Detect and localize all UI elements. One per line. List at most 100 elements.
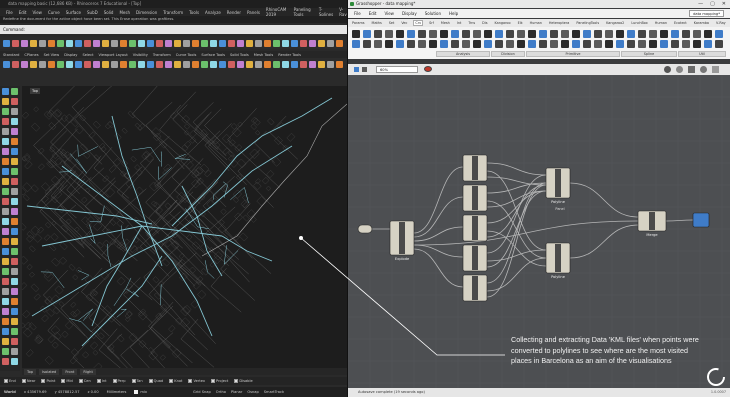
rhino-menu-file[interactable]: File	[6, 10, 13, 15]
gh-tab-lunchbox[interactable]: LunchBox	[630, 21, 648, 25]
tool-icon[interactable]	[219, 39, 226, 47]
rhino-menu-panels[interactable]: Panels	[247, 10, 260, 15]
tool-icon[interactable]	[48, 39, 55, 47]
gh-menu-help[interactable]: Help	[449, 11, 458, 16]
tool-icon[interactable]	[48, 60, 55, 68]
side-tool-icon[interactable]	[2, 208, 9, 215]
side-tool-icon[interactable]	[11, 218, 18, 225]
side-tool-icon[interactable]	[11, 288, 18, 295]
gh-component-icon[interactable]	[385, 40, 393, 48]
osnap-quad[interactable]: Quad	[148, 379, 163, 383]
tool-icon[interactable]	[246, 39, 253, 47]
tool-icon[interactable]	[228, 60, 235, 68]
tool-icon[interactable]	[300, 39, 307, 47]
rhino-tab-set-view[interactable]: Set View	[44, 53, 60, 57]
osnap-near[interactable]: Near	[21, 379, 35, 383]
rhino-menu-dimension[interactable]: Dimension	[136, 10, 157, 15]
side-tool-icon[interactable]	[2, 138, 9, 145]
bake-icon[interactable]	[688, 66, 695, 73]
gh-menu-edit[interactable]: Edit	[369, 11, 377, 16]
checkbox[interactable]	[41, 379, 46, 383]
osnap-disable[interactable]: Disable	[234, 379, 253, 383]
gh-tab-params[interactable]: Params	[351, 21, 366, 25]
rhino-menu-view[interactable]: View	[32, 10, 42, 15]
side-tool-icon[interactable]	[2, 188, 9, 195]
gh-component-icon[interactable]	[451, 30, 459, 38]
gh-component-icon[interactable]	[715, 30, 723, 38]
gh-component-icon[interactable]	[363, 30, 371, 38]
gh-tab-kangaroo2[interactable]: Kangaroo2	[605, 21, 625, 25]
gh-component-icon[interactable]	[682, 40, 690, 48]
gh-component-icon[interactable]	[374, 40, 382, 48]
gh-tab-heteroptera[interactable]: Heteroptera	[548, 21, 570, 25]
tool-icon[interactable]	[174, 60, 181, 68]
rhino-menu-render[interactable]: Render	[227, 10, 241, 15]
gh-tab-crv[interactable]: Crv	[413, 20, 424, 26]
viewport-label[interactable]: Top	[30, 88, 41, 94]
tool-icon[interactable]	[201, 39, 208, 47]
gh-component-icon[interactable]	[462, 40, 470, 48]
gh-component-icon[interactable]	[605, 30, 613, 38]
gh-component-icon[interactable]	[473, 40, 481, 48]
side-tool-icon[interactable]	[11, 268, 18, 275]
side-tool-icon[interactable]	[11, 238, 18, 245]
gh-component-icon[interactable]	[506, 40, 514, 48]
gh-component-icon[interactable]	[517, 40, 525, 48]
gh-tab-dis[interactable]: Dis	[481, 21, 488, 25]
gh-component-icon[interactable]	[572, 30, 580, 38]
tool-icon[interactable]	[21, 39, 28, 47]
side-tool-icon[interactable]	[11, 258, 18, 265]
side-tool-icon[interactable]	[11, 308, 18, 315]
side-tool-icon[interactable]	[2, 118, 9, 125]
rhino-tab-visibility[interactable]: Visibility	[133, 53, 148, 57]
side-tool-icon[interactable]	[2, 338, 9, 345]
gh-tab-trns[interactable]: Trns	[467, 21, 476, 25]
side-tool-icon[interactable]	[11, 128, 18, 135]
rhino-tab-solid-tools[interactable]: Solid Tools	[230, 53, 249, 57]
tool-icon[interactable]	[309, 39, 316, 47]
gh-component-icon[interactable]	[693, 40, 701, 48]
gh-component-icon[interactable]	[528, 40, 536, 48]
tool-icon[interactable]	[174, 39, 181, 47]
side-tool-icon[interactable]	[11, 158, 18, 165]
side-tool-icon[interactable]	[11, 298, 18, 305]
gh-tab-maths[interactable]: Maths	[371, 21, 383, 25]
tool-icon[interactable]	[336, 60, 343, 68]
gh-component-icon[interactable]	[462, 30, 470, 38]
gh-component-icon[interactable]	[594, 40, 602, 48]
checkbox[interactable]	[21, 379, 26, 383]
minimize-icon[interactable]: —	[698, 0, 703, 8]
gh-component-icon[interactable]	[671, 40, 679, 48]
gh-component-icon[interactable]	[363, 40, 371, 48]
tool-icon[interactable]	[192, 60, 199, 68]
gh-tab-human[interactable]: Human	[529, 21, 543, 25]
gh-component-icon[interactable]	[440, 30, 448, 38]
checkbox[interactable]	[96, 379, 101, 383]
gh-component-icon[interactable]	[583, 40, 591, 48]
tool-icon[interactable]	[156, 60, 163, 68]
rhino-menu-transform[interactable]: Transform	[163, 10, 183, 15]
tool-icon[interactable]	[246, 60, 253, 68]
gh-component-icon[interactable]	[704, 40, 712, 48]
tool-icon[interactable]	[282, 39, 289, 47]
rhino-menu-surface[interactable]: Surface	[66, 10, 81, 15]
save-icon[interactable]	[354, 67, 359, 72]
tool-icon[interactable]	[84, 60, 91, 68]
gh-component-icon[interactable]	[660, 30, 668, 38]
side-tool-icon[interactable]	[11, 88, 18, 95]
tool-icon[interactable]	[138, 39, 145, 47]
osnap-end[interactable]: End	[4, 379, 16, 383]
gh-component-icon[interactable]	[616, 30, 624, 38]
gh-tab-ecotect[interactable]: Ecotect	[673, 21, 688, 25]
tool-icon[interactable]	[336, 39, 343, 47]
tool-icon[interactable]	[39, 39, 46, 47]
osnap-perp[interactable]: Perp	[112, 379, 126, 383]
tool-icon[interactable]	[327, 60, 334, 68]
eye-icon[interactable]	[424, 66, 432, 72]
side-tool-icon[interactable]	[2, 278, 9, 285]
tool-icon[interactable]	[300, 60, 307, 68]
gh-component-icon[interactable]	[649, 40, 657, 48]
tool-icon[interactable]	[93, 60, 100, 68]
gh-component-icon[interactable]	[550, 30, 558, 38]
checkbox[interactable]	[148, 379, 153, 383]
